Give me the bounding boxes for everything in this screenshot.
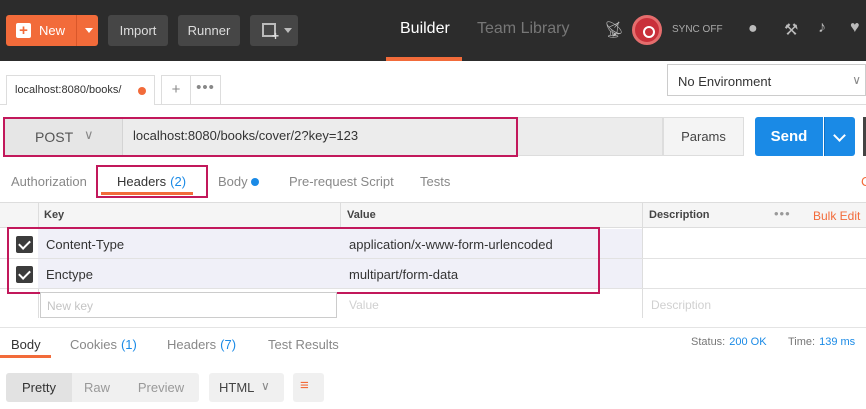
bulk-edit-link[interactable]: Bulk Edit [813,209,860,223]
runner-button[interactable]: Runner [178,15,240,46]
import-button[interactable]: Import [108,15,168,46]
new-value-input[interactable]: Value [349,298,379,312]
headers-annotation-box [96,165,208,198]
response-tab-indicator [0,355,51,358]
new-button[interactable]: + New [6,15,98,46]
wrap-lines-button[interactable]: ≡ [293,373,324,402]
tab-response-headers[interactable]: Headers (7) [167,337,236,352]
response-divider [0,327,866,328]
params-button[interactable]: Params [663,117,744,156]
bell-icon[interactable]: ♪ [818,19,826,37]
new-key-placeholder: New key [47,299,94,313]
environment-select-value: No Environment [678,74,772,89]
tab-tests[interactable]: Tests [420,174,450,189]
caret-down-icon[interactable] [85,28,93,33]
wrap-lines-icon: ≡ [300,377,309,394]
request-tab[interactable]: localhost:8080/books/ [6,75,155,105]
new-button-divider [76,15,77,46]
view-raw-button[interactable]: Raw [74,373,120,402]
tab-builder[interactable]: Builder [400,20,450,38]
top-toolbar: + New Import Runner + Builder Team Libra… [0,0,866,61]
active-tab-indicator [386,57,462,61]
column-value: Value [347,209,376,221]
status-value[interactable]: 200 OK [729,336,766,348]
response-headers-count: (7) [220,337,237,352]
tab-cookies-label: Cookies [70,337,117,352]
sync-status-icon[interactable] [632,15,662,45]
caret-down-icon [284,28,292,33]
environment-select[interactable]: No Environment ∨ [667,64,866,96]
plus-icon: + [16,23,31,38]
tab-team-library[interactable]: Team Library [477,20,569,38]
headers-table-header: Key Value Description ••• Bulk Edit [0,202,866,228]
request-annotation-box [3,117,518,157]
chevron-down-icon: ∨ [852,73,861,87]
add-tab-button[interactable]: + [161,75,191,105]
view-preview-button[interactable]: Preview [130,373,192,402]
tab-body[interactable]: Body [218,174,248,189]
tab-authorization[interactable]: Authorization [11,174,87,189]
more-tabs-button[interactable]: ••• [191,75,221,105]
status-label: Status: [691,336,726,348]
new-button-label: New [39,23,66,38]
wrench-icon[interactable]: ⚒ [784,20,798,40]
time-value[interactable]: 139 ms [819,336,855,348]
heart-icon[interactable]: ♥ [850,19,860,37]
more-options-icon[interactable]: ••• [774,206,791,221]
new-key-input[interactable]: New key [40,292,337,318]
cookies-link-truncated[interactable]: C [861,174,866,189]
globe-icon[interactable]: ● [748,20,758,38]
chevron-down-icon: ∨ [261,379,270,393]
tab-pre-request-script[interactable]: Pre-request Script [289,174,394,189]
new-description-input[interactable]: Description [651,298,711,312]
send-options-button[interactable] [824,117,855,156]
time-label: Time: [788,336,816,348]
body-indicator-icon [251,178,259,186]
unsaved-indicator-icon [138,87,146,95]
tab-response-cookies[interactable]: Cookies (1) [70,337,137,352]
view-pretty-button[interactable]: Pretty [6,373,72,402]
plus-icon: + [272,29,280,43]
new-window-button[interactable]: + [250,15,298,46]
tab-response-headers-label: Headers [167,337,217,352]
satellite-icon[interactable]: 📡︎ [604,20,624,40]
status-readout: Status: 200 OK [691,336,767,348]
request-tab-label: localhost:8080/books/ [15,84,122,96]
tab-response-body[interactable]: Body [11,337,41,352]
time-readout: Time: 139 ms [788,336,855,348]
send-button[interactable]: Send [755,117,823,156]
format-value: HTML [219,380,255,395]
cookies-count: (1) [120,337,137,352]
column-key: Key [44,209,65,221]
rows-annotation-box [7,227,600,294]
tab-test-results[interactable]: Test Results [268,337,339,352]
column-description: Description [649,209,710,221]
format-select[interactable]: HTML ∨ [209,373,284,402]
sync-status-label: SYNC OFF [672,24,723,35]
